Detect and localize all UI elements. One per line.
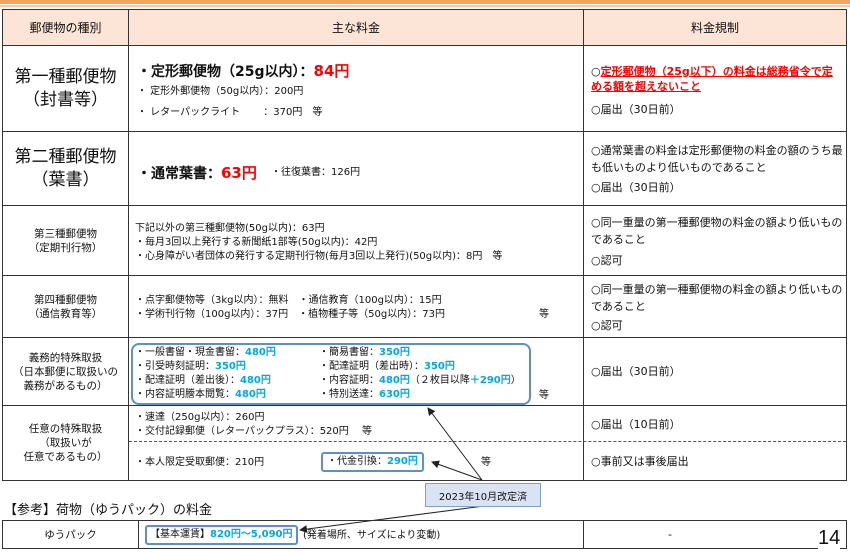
yupack-label: ゆうパック bbox=[2, 520, 139, 549]
fee-text: 【基本運賃】 bbox=[150, 529, 210, 540]
fee-price: 820円～5,090円 bbox=[210, 529, 293, 540]
yupack-fees: 【基本運賃】820円～5,090円 (発着場所、サイズにより変動) bbox=[138, 520, 584, 549]
yupack-fee-box: 【基本運賃】820円～5,090円 bbox=[145, 525, 298, 545]
yupack-label-text: ゆうパック bbox=[44, 529, 97, 541]
revision-callout: 2023年10月改定済 bbox=[425, 483, 541, 507]
yupack-reg-text: - bbox=[668, 528, 672, 541]
arrow-to-cod bbox=[431, 460, 483, 481]
arrow-to-mandatory bbox=[427, 407, 483, 481]
yupack-regulation: - bbox=[583, 520, 847, 549]
yupack-note: (発着場所、サイズにより変動) bbox=[303, 530, 441, 541]
page-number: 14 bbox=[818, 527, 841, 550]
callout-arrows bbox=[299, 407, 485, 534]
reference-title: 【参考】荷物（ゆうパック）の料金 bbox=[4, 503, 213, 518]
callout-text: 2023年10月改定済 bbox=[438, 491, 528, 503]
